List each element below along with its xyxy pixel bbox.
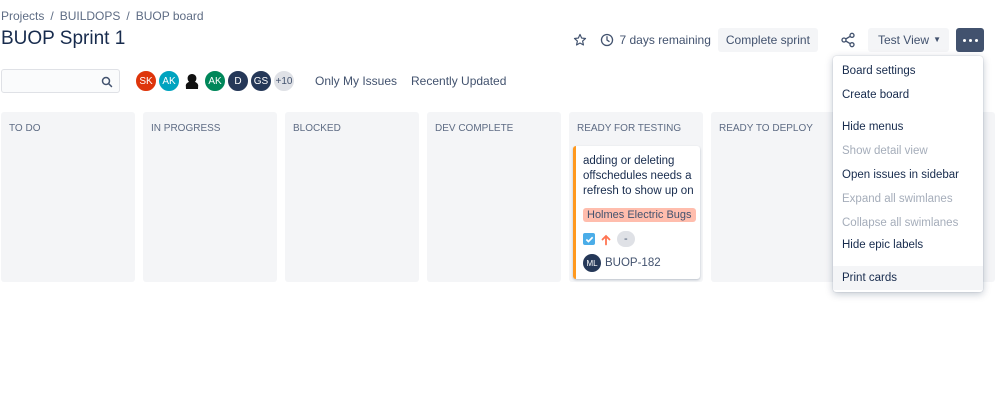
sprint-remaining: 7 days remaining	[619, 33, 711, 47]
only-my-issues-filter[interactable]: Only My Issues	[315, 74, 397, 88]
avatar-photo[interactable]	[180, 69, 204, 93]
avatar[interactable]: D	[226, 69, 250, 93]
avatar-initials: AK	[208, 75, 222, 87]
menu-item-print-cards[interactable]: Print cards	[833, 266, 983, 290]
column-title: DEV COMPLETE	[435, 123, 514, 134]
issue-key[interactable]: BUOP-182	[605, 257, 661, 269]
card-summary: adding or deleting offschedules needs a …	[583, 155, 694, 197]
avatar[interactable]: GS	[249, 69, 273, 93]
dot-icon	[968, 38, 972, 42]
menu-item-expand-swimlanes: Expand all swimlanes	[842, 193, 953, 205]
priority-high-icon	[600, 233, 612, 246]
dot-icon	[962, 38, 966, 42]
search-icon	[101, 75, 113, 88]
breadcrumb-separator: /	[126, 9, 130, 23]
column-todo: TO DO	[1, 112, 135, 282]
breadcrumb-project[interactable]: BUILDOPS	[60, 9, 121, 23]
star-icon[interactable]	[572, 32, 588, 48]
column-title: READY FOR TESTING	[577, 123, 682, 134]
column-blocked: BLOCKED	[285, 112, 419, 282]
caret-down-icon: ▼	[933, 35, 941, 44]
menu-item-show-detail-view: Show detail view	[842, 145, 928, 157]
column-title: BLOCKED	[293, 123, 341, 134]
avatar[interactable]: AK	[203, 69, 227, 93]
column-title: IN PROGRESS	[151, 123, 221, 134]
column-ready-to-deploy: READY TO DEPLOY	[711, 112, 845, 282]
complete-sprint-button[interactable]: Complete sprint	[717, 28, 818, 52]
card-footer: ML BUOP-182	[583, 254, 661, 272]
more-avatars-count: +10	[275, 75, 293, 87]
board-menu-dropdown: Board settings Create board Hide menus S…	[833, 56, 983, 292]
assignee-filter: SK AK AK D GS +10	[134, 69, 296, 93]
header-actions: 7 days remaining Complete sprint Test Vi…	[572, 28, 984, 52]
menu-item-open-issues-sidebar[interactable]: Open issues in sidebar	[833, 163, 983, 187]
menu-item-board-settings[interactable]: Board settings	[833, 59, 983, 83]
issue-card[interactable]: adding or deleting offschedules needs a …	[573, 146, 700, 279]
avatar[interactable]: SK	[134, 69, 158, 93]
column-title: TO DO	[9, 123, 41, 134]
column-ready-for-testing: READY FOR TESTING adding or deleting off…	[569, 112, 703, 282]
epic-label: Holmes Electric Bugs	[583, 208, 696, 222]
page-title: BUOP Sprint 1	[1, 28, 126, 49]
breadcrumb-projects[interactable]: Projects	[1, 9, 44, 23]
breadcrumb-separator: /	[50, 9, 54, 23]
view-select-button[interactable]: Test View ▼	[867, 28, 949, 52]
more-actions-button[interactable]	[956, 28, 984, 52]
column-hidden	[981, 112, 995, 282]
column-in-progress: IN PROGRESS	[143, 112, 277, 282]
assignee-avatar: ML	[583, 254, 601, 272]
breadcrumb-board[interactable]: BUOP board	[136, 9, 204, 23]
dot-icon	[974, 38, 978, 42]
search-box	[1, 69, 120, 93]
column-title: READY TO DEPLOY	[719, 123, 813, 134]
menu-item-hide-menus[interactable]: Hide menus	[833, 115, 983, 139]
menu-item-hide-epic-labels[interactable]: Hide epic labels	[833, 233, 983, 257]
search-input[interactable]	[2, 70, 97, 92]
more-avatars-badge[interactable]: +10	[272, 69, 296, 93]
menu-item-create-board[interactable]: Create board	[833, 83, 983, 107]
avatar-initials: D	[234, 75, 242, 87]
share-icon[interactable]	[840, 32, 856, 48]
estimate-badge: -	[617, 231, 635, 247]
menu-item-collapse-swimlanes: Collapse all swimlanes	[842, 217, 959, 229]
card-meta: -	[583, 231, 635, 247]
avatar-initials: AK	[162, 75, 176, 87]
avatar[interactable]: AK	[157, 69, 181, 93]
view-select-label: Test View	[877, 33, 930, 47]
task-type-icon	[583, 233, 595, 245]
column-dev-complete: DEV COMPLETE	[427, 112, 561, 282]
clock-icon	[600, 33, 614, 47]
avatar-initials: SK	[139, 75, 153, 87]
recently-updated-filter[interactable]: Recently Updated	[411, 74, 506, 88]
avatar-initials: GS	[253, 75, 269, 87]
breadcrumb: Projects / BUILDOPS / BUOP board	[1, 9, 204, 23]
